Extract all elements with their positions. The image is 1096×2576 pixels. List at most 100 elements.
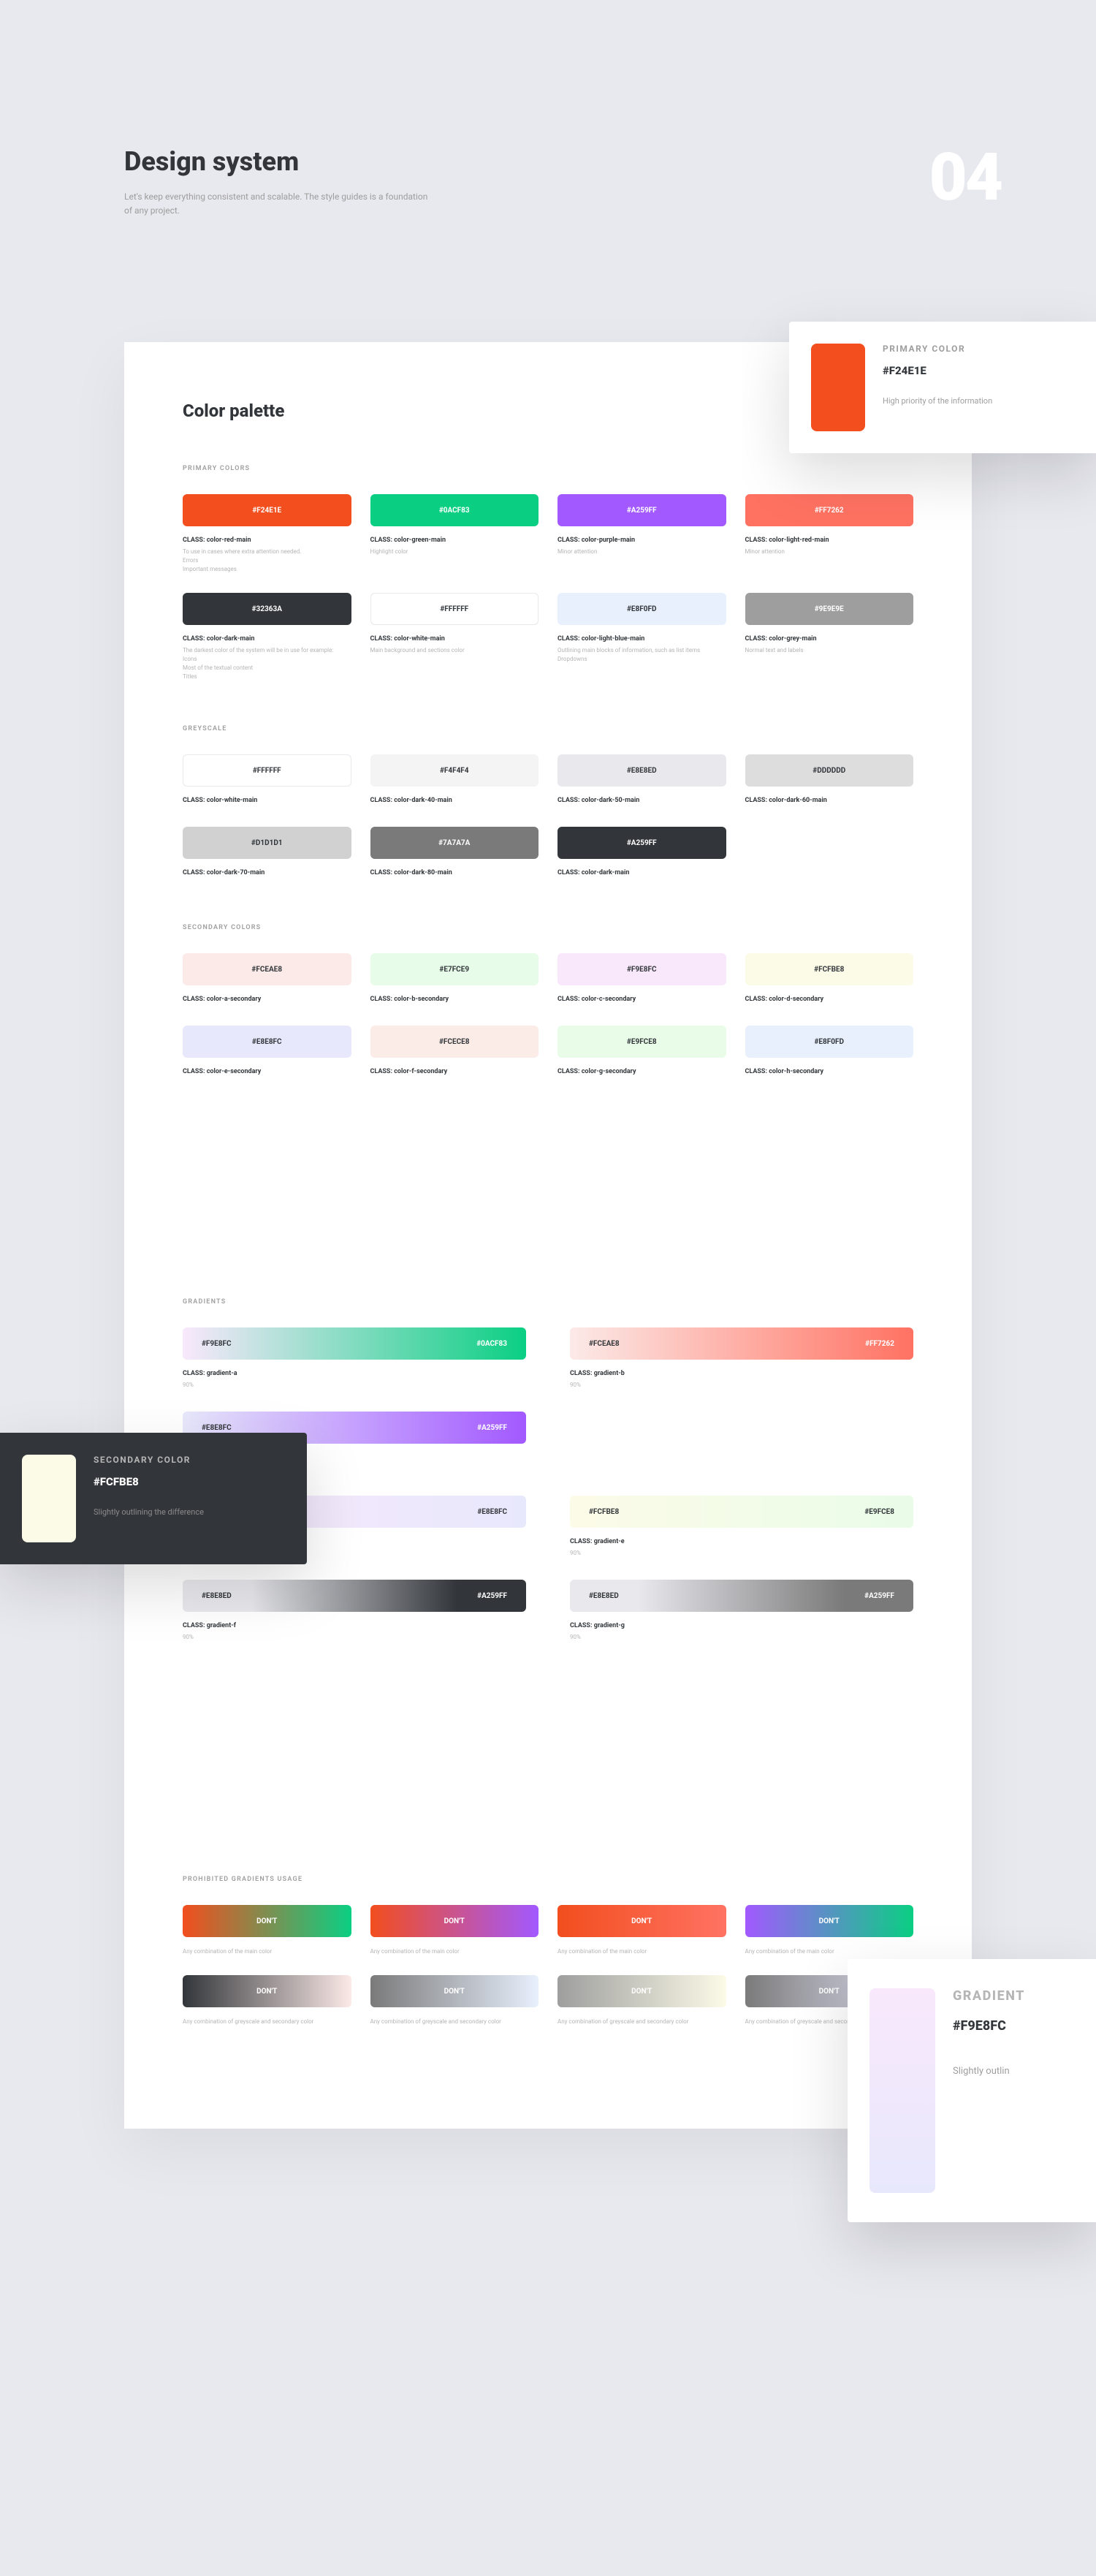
swatch-description: To use in cases where extra attention ne…: [183, 548, 351, 574]
prohibited-swatch: DON'T: [745, 1905, 914, 1937]
prohibited-description: Any combination of the main color: [557, 1947, 726, 1956]
class-label: CLASS: color-b-secondary: [370, 996, 539, 1003]
class-label: CLASS: color-c-secondary: [557, 996, 726, 1003]
gradient-description: 90%: [570, 1381, 913, 1390]
prohibited-description: Any combination of the main color: [745, 1947, 914, 1956]
color-swatch-block: #9E9E9ECLASS: color-grey-mainNormal text…: [745, 593, 914, 681]
color-swatch-block: #FFFFFFCLASS: color-white-mainMain backg…: [370, 593, 539, 681]
page-subtitle: Let's keep everything consistent and sca…: [124, 190, 431, 218]
color-swatch: #F9E8FC: [557, 953, 726, 985]
label-prohibited: PROHIBITED GRADIENTS USAGE: [183, 1876, 913, 1883]
class-label: CLASS: color-g-secondary: [557, 1068, 726, 1075]
prohibited-swatch-block: DON'TAny combination of greyscale and se…: [557, 1975, 726, 2026]
label-primary-colors: PRIMARY COLORS: [183, 465, 913, 472]
class-label: CLASS: color-a-secondary: [183, 996, 351, 1003]
class-label: CLASS: color-light-red-main: [745, 537, 914, 544]
class-label: CLASS: color-dark-70-main: [183, 869, 351, 876]
prohibited-swatch: DON'T: [370, 1905, 539, 1937]
color-swatch-block: #E8E8EDCLASS: color-dark-50-main: [557, 754, 726, 808]
popup-secondary-color: SECONDARY COLOR #FCFBE8 Slightly outlini…: [0, 1433, 307, 1564]
color-swatch: #A259FF: [557, 494, 726, 526]
gradient-from-label: #FCEAE8: [589, 1340, 620, 1348]
class-label: CLASS: color-dark-60-main: [745, 797, 914, 804]
class-label: CLASS: color-purple-main: [557, 537, 726, 544]
prohibited-swatch-block: DON'T Any combination of the main color: [557, 1905, 726, 1956]
color-swatch-block: #E9FCE8CLASS: color-g-secondary: [557, 1026, 726, 1079]
color-swatch: #F4F4F4: [370, 754, 539, 787]
popup-note: Slightly outlin: [953, 2066, 1025, 2077]
class-label: CLASS: gradient-f: [183, 1622, 526, 1629]
class-label: CLASS: color-e-secondary: [183, 1068, 351, 1075]
design-system-card: Color palette PRIMARY COLORS #F24E1ECLAS…: [124, 342, 972, 2129]
class-label: CLASS: gradient-e: [570, 1538, 913, 1545]
prohibited-description: Any combination of greyscale and seconda…: [557, 2018, 726, 2026]
color-swatch-block: #F9E8FC CLASS: color-c-secondary: [557, 953, 726, 1007]
gradient-description: 90%: [570, 1633, 913, 1642]
color-swatch: #E8F0FD: [557, 593, 726, 625]
color-swatch-block: #0ACF83 CLASS: color-green-main Highlight …: [370, 494, 539, 574]
popup-swatch-gradient: [869, 1988, 935, 2193]
gradient-from-label: #FCFBE8: [589, 1508, 619, 1516]
swatch-description: Minor attention: [745, 548, 914, 556]
class-label: CLASS: gradient-b: [570, 1370, 913, 1377]
color-swatch: #E8F0FD: [745, 1026, 914, 1058]
prohibited-description: Any combination of greyscale and seconda…: [370, 2018, 539, 2026]
page-title: Design system: [124, 146, 972, 177]
color-swatch-block: #DDDDDD CLASS: color-dark-60-main: [745, 754, 914, 808]
grid-primary-colors: #F24E1ECLASS: color-red-mainTo use in ca…: [183, 494, 913, 681]
color-swatch: #DDDDDD: [745, 754, 914, 787]
class-label: CLASS: color-f-secondary: [370, 1068, 539, 1075]
gradient-description: 90%: [183, 1633, 526, 1642]
popup-eyebrow: GRADIENT: [953, 1988, 1025, 2004]
color-swatch-block: #A259FFCLASS: color-purple-mainMinor att…: [557, 494, 726, 574]
color-swatch: #FFFFFF: [183, 754, 351, 787]
class-label: CLASS: color-grey-main: [745, 635, 914, 643]
color-swatch-block: #FFFFFFCLASS: color-white-main: [183, 754, 351, 808]
color-swatch-block: #7A7A7ACLASS: color-dark-80-main: [370, 827, 539, 880]
color-swatch-block: #FCECE8CLASS: color-f-secondary: [370, 1026, 539, 1079]
swatch-description: Highlight color: [370, 548, 539, 556]
prohibited-swatch-block: DON'TAny combination of the main color: [370, 1905, 539, 1956]
popup-hex: #F9E8FC: [953, 2018, 1025, 2034]
color-swatch: #E7FCE9: [370, 953, 539, 985]
color-swatch: #0ACF83: [370, 494, 539, 526]
prohibited-swatch: DON'T: [183, 1905, 351, 1937]
color-swatch: #FF7262: [745, 494, 914, 526]
color-swatch-block: #E8E8FCCLASS: color-e-secondary: [183, 1026, 351, 1079]
color-swatch-block: #D1D1D1CLASS: color-dark-70-main: [183, 827, 351, 880]
gradient-to-label: #A259FF: [864, 1592, 894, 1600]
prohibited-swatch: DON'T: [557, 1905, 726, 1937]
color-swatch: #FCEAE8: [183, 953, 351, 985]
prohibited-swatch-block: DON'TAny combination of greyscale and se…: [370, 1975, 539, 2026]
gradient-swatch: #FCEAE8 #FF7262: [570, 1327, 913, 1360]
gradient-swatch: #E8E8ED #A259FF: [570, 1580, 913, 1612]
swatch-description: Normal text and labels: [745, 646, 914, 655]
gradient-to-label: #FF7262: [865, 1340, 894, 1348]
class-label: CLASS: color-green-main: [370, 537, 539, 544]
popup-hex: #FCFBE8: [94, 1475, 204, 1488]
gradient-from-label: #E8E8FC: [202, 1424, 232, 1432]
gradient-to-label: #E8E8FC: [477, 1508, 507, 1516]
class-label: CLASS: gradient-g: [570, 1622, 913, 1629]
color-swatch: #32363A: [183, 593, 351, 625]
label-secondary-colors: SECONDARY COLORS: [183, 924, 913, 931]
gradient-to-label: #0ACF83: [476, 1340, 507, 1348]
color-swatch-block: #A259FFCLASS: color-dark-main: [557, 827, 726, 880]
class-label: CLASS: color-white-main: [370, 635, 539, 643]
class-label: CLASS: color-light-blue-main: [557, 635, 726, 643]
popup-swatch: [811, 344, 865, 431]
color-swatch-block: #32363ACLASS: color-dark-mainThe darkest…: [183, 593, 351, 681]
gradient-from-label: #E8E8ED: [589, 1592, 619, 1600]
gradient-to-label: #A259FF: [477, 1592, 507, 1600]
popup-note: Slightly outlining the difference: [94, 1507, 204, 1517]
class-label: CLASS: color-dark-80-main: [370, 869, 539, 876]
gradient-swatch: #FCFBE8#E9FCE8: [570, 1496, 913, 1528]
swatch-description: Main background and sections color: [370, 646, 539, 655]
popup-note: High priority of the information: [883, 396, 992, 406]
page-number: 04: [929, 139, 1001, 216]
grid-secondary-colors: #FCEAE8 CLASS: color-a-secondary #E7FCE9 CL…: [183, 953, 913, 1079]
color-swatch-block: #E8F0FDCLASS: color-light-blue-mainOutli…: [557, 593, 726, 681]
gradient-description: 90%: [570, 1549, 913, 1558]
class-label: CLASS: color-dark-main: [557, 869, 726, 876]
popup-primary-color: PRIMARY COLOR #F24E1E High priority of t…: [789, 322, 1096, 453]
